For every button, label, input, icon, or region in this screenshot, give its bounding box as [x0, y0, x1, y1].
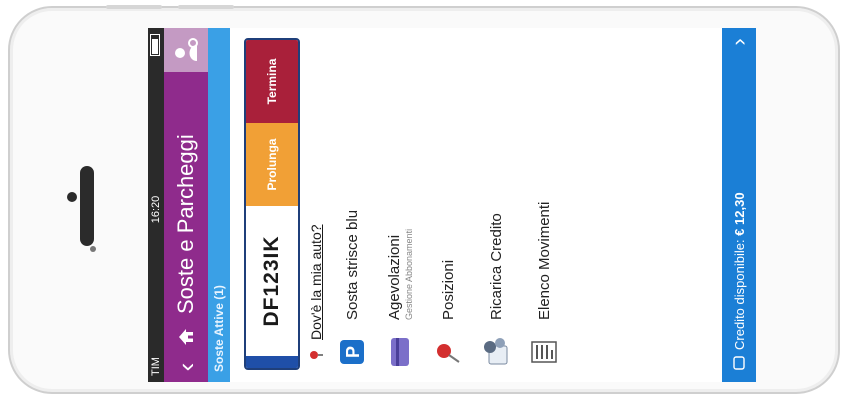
credit-amount: € 12,30 [731, 192, 747, 236]
menu-item-agevolazioni[interactable]: Agevolazioni Gestione Abbonamenti [376, 28, 424, 382]
where-is-my-car[interactable]: Dov'è la mia auto? [308, 28, 324, 362]
volume-button [178, 5, 234, 9]
svg-text:P: P [343, 346, 363, 358]
page-title: Soste e Parcheggi [173, 134, 198, 314]
user-gear-icon [175, 38, 198, 61]
status-bar: TIM 16:20 [148, 28, 164, 382]
menu-item-movimenti[interactable]: Elenco Movimenti [520, 28, 568, 382]
list-icon [528, 336, 560, 368]
menu-label: Agevolazioni [386, 234, 403, 320]
menu-label: Sosta strisce blu [343, 209, 361, 320]
app-header: ‹ Soste e Parcheggi [164, 28, 208, 382]
time-label: 16:20 [150, 195, 162, 224]
back-button[interactable]: ‹ [164, 352, 208, 382]
card-icon [384, 336, 416, 368]
battery-icon [149, 34, 163, 62]
pin-icon [432, 336, 464, 368]
phone-camera [67, 192, 77, 202]
coins-icon [480, 336, 512, 368]
carrier-label: TIM [150, 357, 162, 376]
app-screen: TIM 16:20 ‹ Soste e Parcheggi Soste Atti… [148, 28, 756, 382]
phone-speaker [80, 166, 94, 246]
menu-label: Elenco Movimenti [535, 201, 553, 320]
credit-footer[interactable]: Credito disponibile: € 12,30 › [722, 28, 756, 382]
active-parking-bar[interactable]: Soste Attive (1) [208, 28, 230, 382]
user-settings-button[interactable] [164, 28, 208, 72]
phone-sensor [90, 246, 96, 252]
wallet-icon [732, 350, 746, 376]
phone-frame: TIM 16:20 ‹ Soste e Parcheggi Soste Atti… [8, 5, 840, 394]
menu-item-sosta[interactable]: P Sosta strisce blu [328, 28, 376, 382]
active-ticket: DF123IK Prolunga Termina [244, 38, 300, 370]
eu-band [246, 356, 298, 368]
active-parking-label: Soste Attive (1) [212, 285, 226, 372]
menu-sublabel: Gestione Abbonamenti [404, 228, 414, 320]
where-link[interactable]: Dov'è la mia auto? [308, 224, 324, 340]
screen: TIM 16:20 ‹ Soste e Parcheggi Soste Atti… [148, 28, 756, 382]
pin-icon [310, 351, 323, 359]
credit-label: Credito disponibile: [731, 235, 747, 350]
extend-button[interactable]: Prolunga [246, 123, 298, 206]
license-plate: DF123IK [260, 235, 283, 327]
parking-icon: P [336, 336, 368, 368]
menu-item-posizioni[interactable]: Posizioni [424, 28, 472, 382]
menu-label: Posizioni [439, 259, 457, 320]
menu-item-ricarica[interactable]: Ricarica Credito [472, 28, 520, 382]
menu-label: Ricarica Credito [487, 213, 505, 320]
end-button[interactable]: Termina [246, 40, 298, 123]
volume-button [106, 5, 162, 9]
home-icon[interactable] [164, 322, 208, 352]
chevron-right-icon[interactable]: › [726, 28, 752, 56]
